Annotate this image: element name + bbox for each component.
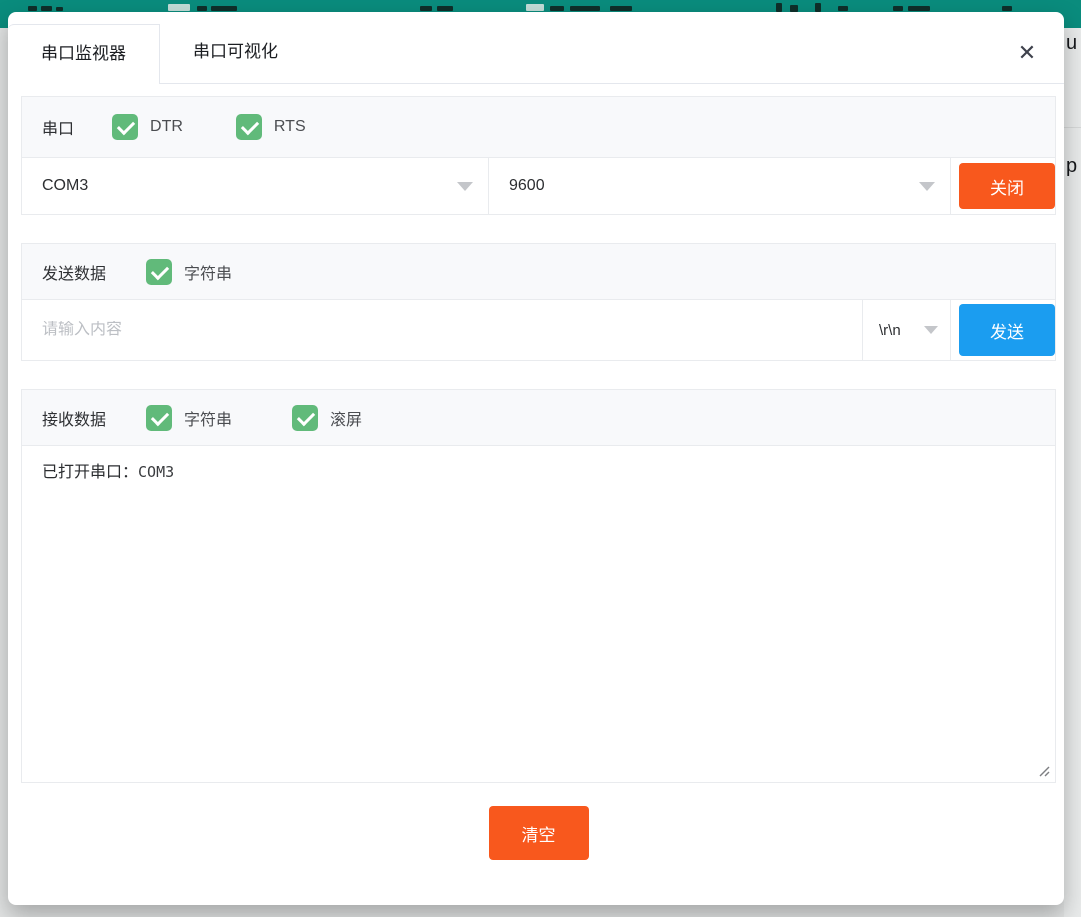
toolbar-text-fragment xyxy=(28,6,37,11)
toolbar-text-fragment xyxy=(815,3,821,12)
close-icon[interactable]: ✕ xyxy=(1010,36,1044,70)
toolbar-text-fragment xyxy=(893,6,903,11)
toolbar-text-fragment xyxy=(211,6,237,11)
send-data-section: 发送数据 字符串 \r\n 发送 xyxy=(21,243,1056,361)
dtr-checkbox[interactable]: DTR xyxy=(112,114,183,140)
chevron-down-icon xyxy=(457,182,473,191)
toolbar-text-fragment xyxy=(197,6,207,11)
scroll-checkbox[interactable]: 滚屏 xyxy=(292,405,362,431)
serial-monitor-dialog: 串口监视器 串口可视化 ✕ 串口 DTR RTS COM3 xyxy=(8,12,1064,905)
port-select-value: COM3 xyxy=(42,177,88,195)
receive-string-checkbox[interactable]: 字符串 xyxy=(146,405,232,431)
checkbox-checked-icon xyxy=(112,114,138,140)
toolbar-text-fragment xyxy=(41,6,52,11)
toolbar-text-fragment xyxy=(550,6,564,11)
receive-data-title: 接收数据 xyxy=(42,406,106,430)
baud-rate-select[interactable]: 9600 xyxy=(489,158,951,214)
send-string-checkbox[interactable]: 字符串 xyxy=(146,259,232,285)
tab-serial-visualization[interactable]: 串口可视化 xyxy=(160,23,311,83)
checkbox-checked-icon xyxy=(236,114,262,140)
serial-port-controls-row: COM3 9600 关闭 xyxy=(22,158,1055,214)
toolbar-text-fragment xyxy=(437,6,453,11)
toolbar-text-fragment xyxy=(570,6,600,11)
port-button-slot: 关闭 xyxy=(951,158,1055,214)
receive-data-section: 接收数据 字符串 滚屏 已打开串口：COM3 xyxy=(21,389,1056,783)
receive-string-checkbox-label[interactable]: 字符串 xyxy=(184,406,232,430)
toolbar-text-fragment xyxy=(610,6,632,11)
receive-output-value: COM3 xyxy=(138,463,174,481)
send-data-header: 发送数据 字符串 xyxy=(22,244,1055,300)
chevron-down-icon xyxy=(924,326,938,334)
send-button-slot: 发送 xyxy=(951,300,1055,360)
toolbar-text-fragment xyxy=(420,6,432,11)
rts-checkbox-label[interactable]: RTS xyxy=(274,118,306,136)
clear-button-row: 清空 xyxy=(21,806,1056,860)
receive-output-area[interactable]: 已打开串口：COM3 xyxy=(22,446,1055,782)
send-data-title: 发送数据 xyxy=(42,260,106,284)
serial-port-title: 串口 xyxy=(42,115,74,139)
receive-data-header: 接收数据 字符串 滚屏 xyxy=(22,390,1055,446)
send-string-checkbox-label[interactable]: 字符串 xyxy=(184,260,232,284)
baud-select-value: 9600 xyxy=(509,177,545,195)
toolbar-text-fragment xyxy=(908,6,930,11)
send-input[interactable] xyxy=(22,321,862,339)
toolbar-icon-fragment xyxy=(168,4,190,11)
dialog-body: 串口 DTR RTS COM3 9600 xyxy=(8,84,1064,860)
toolbar-text-fragment xyxy=(838,6,848,11)
rts-checkbox[interactable]: RTS xyxy=(236,114,306,140)
toolbar-text-fragment xyxy=(56,7,63,11)
port-select[interactable]: COM3 xyxy=(22,158,489,214)
background-partial-text: p xyxy=(1066,155,1077,178)
clear-button[interactable]: 清空 xyxy=(489,806,589,860)
toolbar-text-fragment xyxy=(1002,6,1012,11)
serial-port-header: 串口 DTR RTS xyxy=(22,97,1055,158)
send-button[interactable]: 发送 xyxy=(959,304,1055,356)
background-partial-text: u xyxy=(1066,32,1077,55)
checkbox-checked-icon xyxy=(146,259,172,285)
background-divider xyxy=(1064,127,1081,128)
toolbar-text-fragment xyxy=(776,3,782,12)
receive-output-prefix: 已打开串口： xyxy=(42,464,138,481)
checkbox-checked-icon xyxy=(292,405,318,431)
toolbar-text-fragment xyxy=(790,5,798,12)
background-page-strip: u p xyxy=(1064,28,1081,917)
resize-handle-icon[interactable] xyxy=(1037,764,1051,778)
close-port-button[interactable]: 关闭 xyxy=(959,163,1055,209)
send-input-cell xyxy=(22,300,863,360)
dtr-checkbox-label[interactable]: DTR xyxy=(150,118,183,136)
dialog-tabs: 串口监视器 串口可视化 xyxy=(8,12,1064,84)
chevron-down-icon xyxy=(919,182,935,191)
toolbar-icon-fragment xyxy=(526,4,544,11)
line-ending-select[interactable]: \r\n xyxy=(863,300,951,360)
serial-port-section: 串口 DTR RTS COM3 9600 xyxy=(21,96,1056,215)
checkbox-checked-icon xyxy=(146,405,172,431)
tab-serial-monitor[interactable]: 串口监视器 xyxy=(8,24,160,84)
scroll-checkbox-label[interactable]: 滚屏 xyxy=(330,406,362,430)
send-controls-row: \r\n 发送 xyxy=(22,300,1055,360)
line-ending-value: \r\n xyxy=(879,322,901,339)
